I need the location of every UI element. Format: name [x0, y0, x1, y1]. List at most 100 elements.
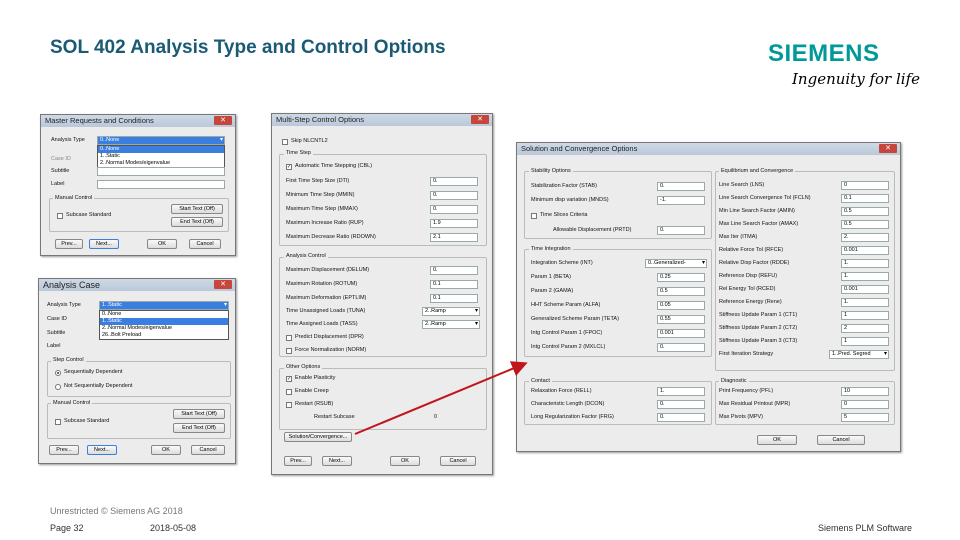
field-input[interactable]: 0. [430, 266, 478, 275]
field-input[interactable]: 10 [841, 387, 889, 396]
ok-button[interactable]: OK [147, 239, 177, 249]
restart-checkbox[interactable] [286, 402, 292, 408]
skip-nlcntl2-checkbox[interactable] [282, 139, 288, 145]
field-input[interactable]: 0. [657, 400, 705, 409]
sequential-radio[interactable] [55, 370, 61, 376]
force-norm-checkbox[interactable] [286, 348, 292, 354]
prev-button[interactable]: Prev... [284, 456, 312, 466]
cancel-button[interactable]: Cancel [817, 435, 865, 445]
cancel-button[interactable]: Cancel [191, 445, 225, 455]
close-icon[interactable]: ✕ [214, 116, 232, 125]
field-input[interactable]: 1. [841, 272, 889, 281]
field-input[interactable]: 0.1 [841, 194, 889, 203]
field-input[interactable]: 1. [841, 259, 889, 268]
group-label: Manual Control [51, 400, 93, 407]
label-input[interactable] [97, 180, 225, 189]
next-button[interactable]: Next... [322, 456, 352, 466]
field-select[interactable]: 0..Generalized- [645, 259, 707, 268]
allow-disp-input[interactable]: 0. [657, 226, 705, 235]
close-icon[interactable]: ✕ [879, 144, 897, 153]
field-label: Line Search (LNS) [719, 182, 765, 188]
field-input[interactable]: 0 [841, 400, 889, 409]
enable-plasticity-checkbox[interactable]: ✓ [286, 376, 292, 382]
field-input[interactable]: 0. [657, 343, 705, 352]
field-input[interactable]: 0.001 [841, 285, 889, 294]
field-input[interactable]: 0.1 [430, 280, 478, 289]
field-input[interactable]: 0. [657, 182, 705, 191]
field-input[interactable]: 5 [841, 413, 889, 422]
field-label: Maximum Time Step (MMAX) [286, 206, 358, 212]
field-input[interactable]: 1 [841, 337, 889, 346]
dropdown-option[interactable]: 0..None [98, 146, 224, 153]
field-input[interactable]: 1 [841, 311, 889, 320]
slide-title: SOL 402 Analysis Type and Control Option… [50, 37, 446, 58]
next-button[interactable]: Next... [87, 445, 117, 455]
predict-disp-checkbox[interactable] [286, 335, 292, 341]
field-select[interactable]: 2..Ramp [422, 320, 480, 329]
enable-creep-checkbox[interactable] [286, 389, 292, 395]
solution-convergence-button[interactable]: Solution/Convergence... [284, 432, 352, 442]
cancel-button[interactable]: Cancel [189, 239, 221, 249]
field-label: Maximum Rotation (ROTUM) [286, 281, 358, 287]
field-input[interactable]: 0.05 [657, 301, 705, 310]
ok-button[interactable]: OK [151, 445, 181, 455]
next-button[interactable]: Next... [89, 239, 119, 249]
field-input[interactable]: 0. [430, 205, 478, 214]
field-input[interactable]: 0.5 [841, 220, 889, 229]
field-input[interactable]: 2 [841, 324, 889, 333]
analysis-type-select[interactable]: 1..Static [99, 301, 229, 310]
start-text-button[interactable]: Start Text (Off) [173, 409, 225, 419]
analysis-type-select[interactable]: 0..None [97, 136, 225, 145]
field-input[interactable]: 1. [657, 387, 705, 396]
time-slices-checkbox[interactable] [531, 213, 537, 219]
field-input[interactable]: 0. [430, 177, 478, 186]
prev-button[interactable]: Prev... [55, 239, 83, 249]
slide-date: 2018-05-08 [150, 523, 197, 533]
close-icon[interactable]: ✕ [471, 115, 489, 124]
ok-button[interactable]: OK [390, 456, 420, 466]
subtitle-input[interactable] [97, 167, 225, 176]
field-input[interactable]: 0. [657, 413, 705, 422]
cancel-button[interactable]: Cancel [440, 456, 476, 466]
field-input[interactable]: 0.25 [657, 273, 705, 282]
field-select[interactable]: 2..Ramp [422, 307, 480, 316]
dropdown-option[interactable]: 1..Static [100, 318, 228, 325]
dropdown-option[interactable]: 2..Normal Modes/eigenvalue [100, 325, 228, 332]
field-input[interactable]: 0.5 [841, 207, 889, 216]
subcase-standard-checkbox[interactable] [55, 419, 61, 425]
field-input[interactable]: 0 [841, 181, 889, 190]
field-select[interactable]: 1..Pred. Segred [829, 350, 889, 359]
field-input[interactable]: 2. [841, 233, 889, 242]
field-input[interactable]: 0.55 [657, 315, 705, 324]
prev-button[interactable]: Prev... [49, 445, 79, 455]
end-text-button[interactable]: End Text (Off) [173, 423, 225, 433]
field-input[interactable]: 0.001 [841, 246, 889, 255]
field-input[interactable]: 2.1 [430, 233, 478, 242]
ok-button[interactable]: OK [757, 435, 797, 445]
dropdown-option[interactable]: 1..Static [98, 153, 224, 160]
field-input[interactable]: -1. [657, 196, 705, 205]
analysis-case-window: Analysis Case ✕ Analysis Type 1..Static 0… [38, 278, 236, 464]
subtitle-label: Subtitle [51, 168, 70, 174]
field-input[interactable]: 0. [430, 191, 478, 200]
dropdown-option[interactable]: 0..None [100, 311, 228, 318]
field-input[interactable]: 0.001 [657, 329, 705, 338]
field-input[interactable]: 1.9 [430, 219, 478, 228]
window-title: Master Requests and Conditions [45, 116, 154, 125]
master-requests-window: Master Requests and Conditions ✕ Analysis… [40, 114, 236, 256]
field-input[interactable]: 0.5 [657, 287, 705, 296]
allow-disp-label: Allowable Displacement (PRTD) [553, 227, 632, 233]
field-input[interactable]: 1. [841, 298, 889, 307]
not-sequential-radio[interactable] [55, 384, 61, 390]
dropdown-option[interactable]: 2..Normal Modes/eigenvalue [98, 160, 224, 167]
field-label: Intg Control Param 2 (MXLCL) [531, 344, 606, 350]
auto-time-step-checkbox[interactable]: ✓ [286, 164, 292, 170]
subcase-standard-checkbox[interactable] [57, 213, 63, 219]
end-text-button[interactable]: End Text (Off) [171, 217, 223, 227]
close-icon[interactable]: ✕ [214, 280, 232, 289]
dropdown-option[interactable]: 26..Bolt Preload [100, 332, 228, 339]
field-input[interactable]: 0.1 [430, 294, 478, 303]
group-label: Equilibrium and Convergence [719, 168, 796, 175]
enable-creep-label: Enable Creep [295, 388, 329, 394]
start-text-button[interactable]: Start Text (Off) [171, 204, 223, 214]
